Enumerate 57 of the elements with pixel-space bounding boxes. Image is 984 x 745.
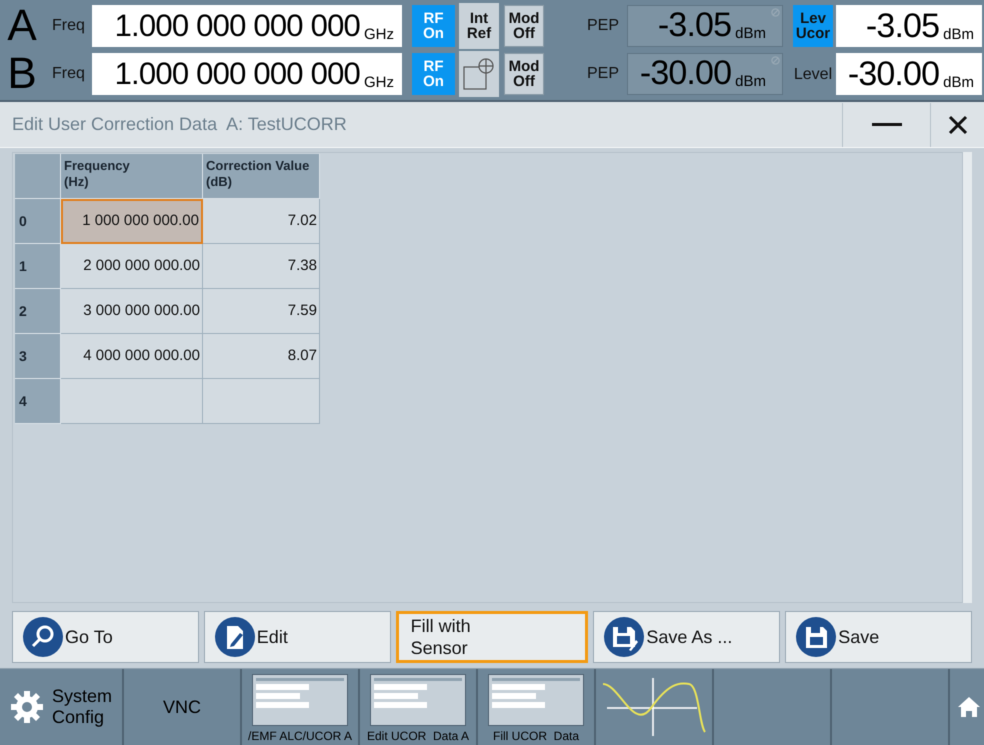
vnc-button[interactable]: VNC xyxy=(124,669,242,745)
pep-display: -3.05 dBm xyxy=(627,5,783,47)
softkey-button[interactable]: Save xyxy=(785,610,972,662)
table-cell[interactable]: 7.59 xyxy=(203,289,320,334)
pep-display: -30.00 dBm xyxy=(627,53,783,95)
mod-toggle[interactable]: Mod Off xyxy=(504,5,544,47)
disabled-icon xyxy=(771,56,780,65)
window-tile-label: Fill UCOR Data xyxy=(492,728,579,744)
minimize-icon xyxy=(872,122,902,126)
dialog-title: Edit User Correction Data A: TestUCORR xyxy=(11,113,348,136)
level-label: Level xyxy=(793,64,833,84)
window-tile-label: /EMF ALC/UCOR A xyxy=(248,728,352,744)
row-index: 0 xyxy=(15,199,61,244)
home-icon[interactable] xyxy=(958,696,980,718)
pep-label: PEP xyxy=(586,64,620,84)
column-header: Correction Value (dB) xyxy=(203,154,320,199)
level-display[interactable]: -30.00 dBm xyxy=(836,53,982,95)
pep-label: PEP xyxy=(586,16,620,36)
table-cell[interactable] xyxy=(203,379,320,424)
row-index: 1 xyxy=(15,244,61,289)
freq-label: Freq xyxy=(51,64,86,84)
freq-label: Freq xyxy=(51,16,86,36)
table-cell[interactable]: 2 000 000 000.00 xyxy=(61,244,203,289)
floppy-disk-icon xyxy=(796,616,836,656)
table-cell[interactable]: 4 000 000 000.00 xyxy=(61,334,203,379)
row-index: 4 xyxy=(15,379,61,424)
window-tile-label: Edit UCOR Data A xyxy=(366,728,470,744)
disabled-icon xyxy=(771,8,780,17)
close-icon xyxy=(948,114,968,134)
reference-button[interactable]: Int Ref xyxy=(459,3,499,49)
column-header: Frequency (Hz) xyxy=(61,154,203,199)
window-tile[interactable]: Fill UCOR Data xyxy=(478,669,596,745)
table-cell[interactable]: 7.02 xyxy=(203,199,320,244)
softkey-button[interactable]: Save As ... xyxy=(593,610,780,662)
path-letter: A xyxy=(6,4,38,48)
floppy-pencil-icon xyxy=(604,616,644,656)
table-cell[interactable]: 8.07 xyxy=(203,334,320,379)
row-index: 3 xyxy=(15,334,61,379)
gear-icon xyxy=(10,690,44,724)
table-cell[interactable]: 7.38 xyxy=(203,244,320,289)
window-tile[interactable]: /EMF ALC/UCOR A xyxy=(242,669,360,745)
row-index: 2 xyxy=(15,289,61,334)
window-tile[interactable]: Edit UCOR Data A xyxy=(360,669,478,745)
path-letter: B xyxy=(6,52,38,96)
softkey-button[interactable]: Edit xyxy=(204,610,391,662)
level-display[interactable]: -3.05 dBm xyxy=(836,5,982,47)
table-cell[interactable]: 3 000 000 000.00 xyxy=(61,289,203,334)
reference-icon[interactable] xyxy=(462,57,496,91)
mod-toggle[interactable]: Mod Off xyxy=(504,53,544,95)
document-pencil-icon xyxy=(214,616,255,656)
search-icon xyxy=(23,616,63,656)
softkey-button[interactable]: Go To xyxy=(12,610,199,662)
table-cell[interactable]: 1 000 000 000.00 xyxy=(61,199,203,244)
softkey-button[interactable]: Fill with Sensor xyxy=(396,610,588,662)
table-corner xyxy=(15,154,61,199)
level-mode-button[interactable]: Lev Ucor xyxy=(793,5,833,47)
table-cell[interactable] xyxy=(61,379,203,424)
